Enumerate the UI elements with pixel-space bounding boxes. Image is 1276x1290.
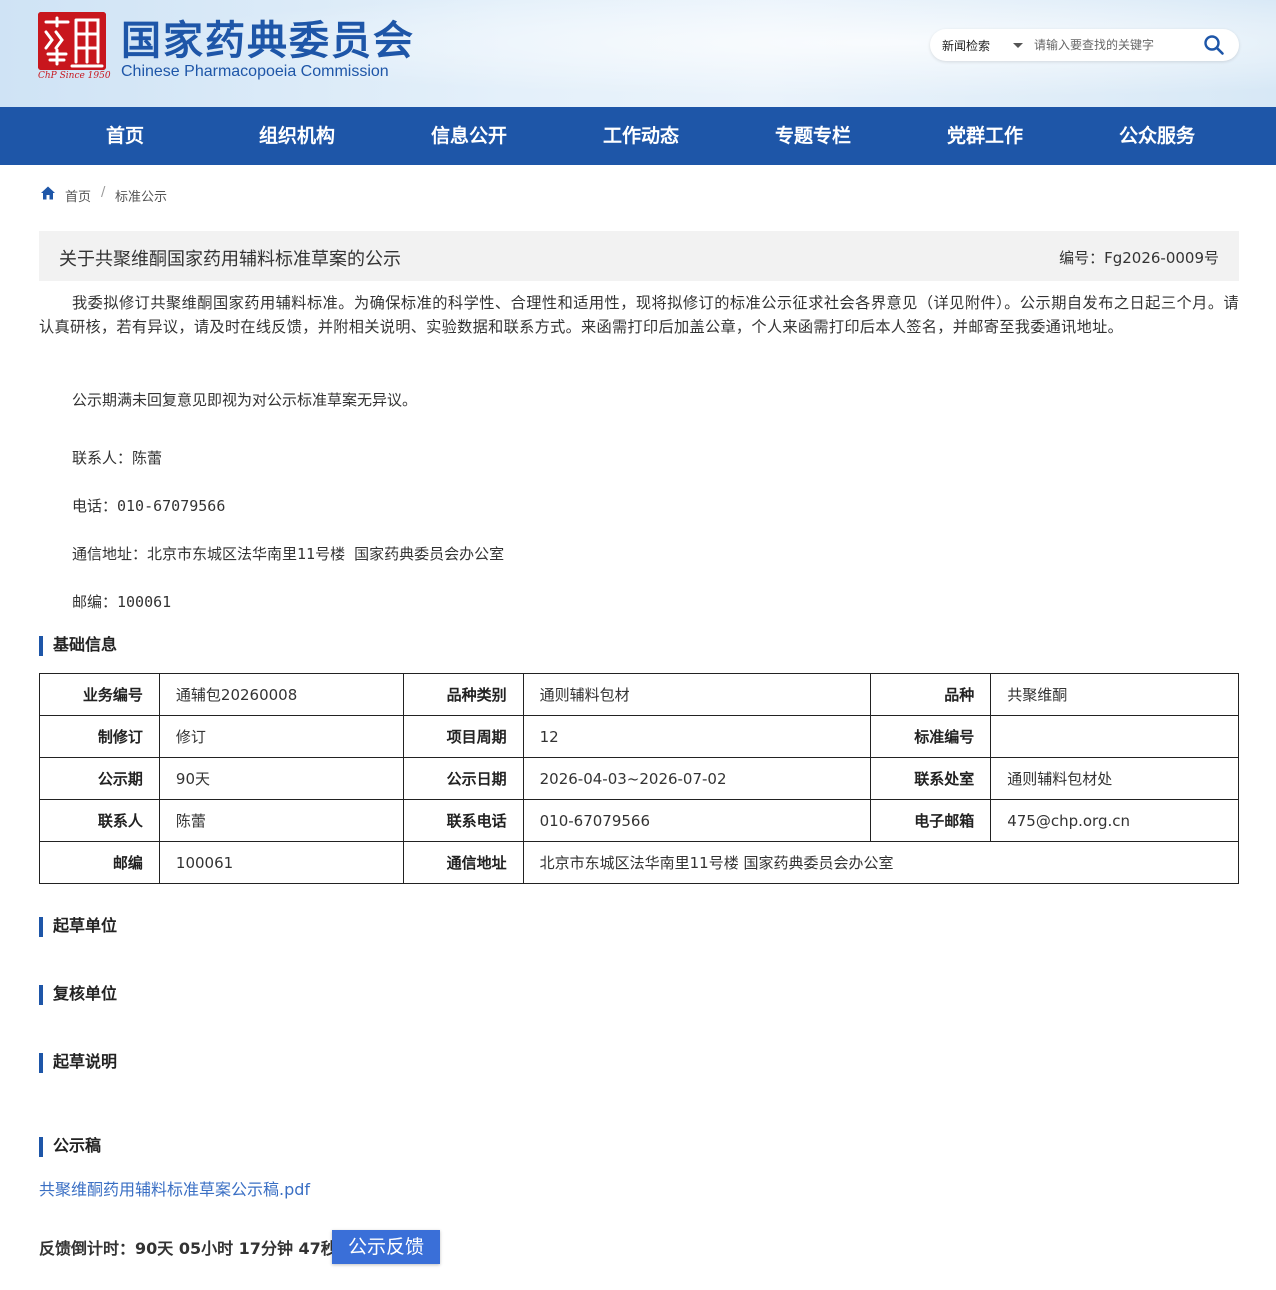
table-cell-label: 联系处室	[870, 757, 992, 800]
table-row: 公示期 90天 公示日期 2026-04-03~2026-07-02 联系处室 …	[39, 757, 1239, 800]
section-basic-info: 基础信息	[39, 636, 117, 656]
table-cell-value: 010-67079566	[522, 799, 872, 842]
seal-icon	[38, 12, 106, 70]
table-row: 联系人 陈蕾 联系电话 010-67079566 电子邮箱 475@chp.or…	[39, 799, 1239, 842]
section-drafter: 起草单位	[39, 917, 117, 937]
table-cell-value: 12	[522, 715, 872, 758]
main-nav: 首页 组织机构 信息公开 工作动态 专题专栏 党群工作 公众服务	[0, 107, 1276, 165]
search-scope-select[interactable]: 新闻检索	[942, 37, 990, 54]
table-cell-label: 品种	[870, 673, 992, 716]
nav-item-public-service[interactable]: 公众服务	[1097, 107, 1217, 165]
breadcrumb-current[interactable]: 标准公示	[115, 186, 167, 205]
table-cell-label: 联系电话	[402, 799, 524, 842]
section-draft: 公示稿	[39, 1137, 101, 1157]
nav-item-party[interactable]: 党群工作	[925, 107, 1045, 165]
table-cell-value: 通则辅料包材	[522, 673, 872, 716]
table-row: 制修订 修订 项目周期 12 标准编号	[39, 715, 1239, 758]
table-cell-label: 品种类别	[402, 673, 524, 716]
table-cell-label: 邮编	[39, 841, 160, 884]
table-cell-value: 北京市东城区法华南里11号楼 国家药典委员会办公室	[522, 841, 1240, 884]
nav-item-organization[interactable]: 组织机构	[237, 107, 357, 165]
attachment-pdf-link[interactable]: 共聚维酮药用辅料标准草案公示稿.pdf	[39, 1176, 310, 1200]
article-title: 关于共聚维酮国家药用辅料标准草案的公示	[59, 249, 401, 270]
chevron-down-icon[interactable]	[1013, 43, 1023, 48]
nav-item-disclosure[interactable]: 信息公开	[409, 107, 529, 165]
table-cell-label: 项目周期	[402, 715, 524, 758]
logo-since: ChP Since 1950	[38, 71, 111, 81]
article-contact: 联系人：陈蕾	[72, 449, 163, 467]
table-cell-value: 100061	[158, 841, 404, 884]
search-icon[interactable]	[1203, 34, 1225, 56]
logo-seal-icon[interactable]	[38, 12, 106, 70]
site-name-cn[interactable]: 国家药典委员会	[121, 8, 415, 66]
feedback-button[interactable]: 公示反馈	[332, 1230, 440, 1264]
table-cell-label: 标准编号	[870, 715, 992, 758]
breadcrumb-separator: /	[101, 185, 106, 200]
table-cell-value: 90天	[158, 757, 404, 800]
section-drafting-note: 起草说明	[39, 1053, 117, 1073]
table-cell-value: 修订	[158, 715, 404, 758]
basic-info-table: 业务编号 通辅包20260008 品种类别 通则辅料包材 品种 共聚维酮 制修订…	[39, 673, 1240, 884]
table-cell-value	[990, 715, 1239, 758]
table-row: 业务编号 通辅包20260008 品种类别 通则辅料包材 品种 共聚维酮	[39, 673, 1239, 716]
article-number: 编号：Fg2026-0009号	[1059, 249, 1219, 267]
table-cell-label: 通信地址	[402, 841, 524, 884]
search-input[interactable]	[1034, 35, 1194, 55]
site-name-en[interactable]: Chinese Pharmacopoeia Commission	[121, 63, 389, 81]
article-phone: 电话：010-67079566	[72, 497, 226, 515]
table-row: 邮编 100061 通信地址 北京市东城区法华南里11号楼 国家药典委员会办公室	[39, 841, 1240, 884]
table-cell-label: 联系人	[39, 799, 160, 842]
site-header: ChP Since 1950 国家药典委员会 Chinese Pharmacop…	[0, 0, 1276, 107]
table-cell-label: 业务编号	[39, 673, 160, 716]
article-postcode: 邮编：100061	[72, 593, 172, 611]
table-cell-label: 公示期	[39, 757, 160, 800]
nav-item-home[interactable]: 首页	[65, 107, 185, 165]
table-cell-value: 通则辅料包材处	[990, 757, 1239, 800]
home-icon[interactable]	[40, 185, 56, 201]
table-cell-value: 2026-04-03~2026-07-02	[522, 757, 872, 800]
breadcrumb-home[interactable]: 首页	[65, 186, 91, 205]
table-cell-label: 公示日期	[402, 757, 524, 800]
table-cell-label: 制修订	[39, 715, 160, 758]
nav-item-news[interactable]: 工作动态	[581, 107, 701, 165]
search-bar: 新闻检索	[930, 29, 1239, 61]
article-paragraph-1: 我委拟修订共聚维酮国家药用辅料标准。为确保标准的科学性、合理性和适用性，现将拟修…	[39, 294, 1239, 336]
table-cell-value: 通辅包20260008	[158, 673, 404, 716]
article-paragraph-2: 公示期满未回复意见即视为对公示标准草案无异议。	[72, 391, 418, 409]
table-cell-value: 陈蕾	[158, 799, 404, 842]
nav-item-topics[interactable]: 专题专栏	[753, 107, 873, 165]
table-cell-value: 共聚维酮	[990, 673, 1239, 716]
table-cell-label: 电子邮箱	[870, 799, 992, 842]
table-cell-value: 475@chp.org.cn	[990, 799, 1239, 842]
article-address: 通信地址：北京市东城区法华南里11号楼 国家药典委员会办公室	[72, 545, 505, 563]
section-reviewer: 复核单位	[39, 985, 117, 1005]
article-title-bar: 关于共聚维酮国家药用辅料标准草案的公示 编号：Fg2026-0009号	[39, 231, 1239, 281]
feedback-countdown: 反馈倒计时：90天 05小时 17分钟 47秒	[39, 1239, 337, 1258]
